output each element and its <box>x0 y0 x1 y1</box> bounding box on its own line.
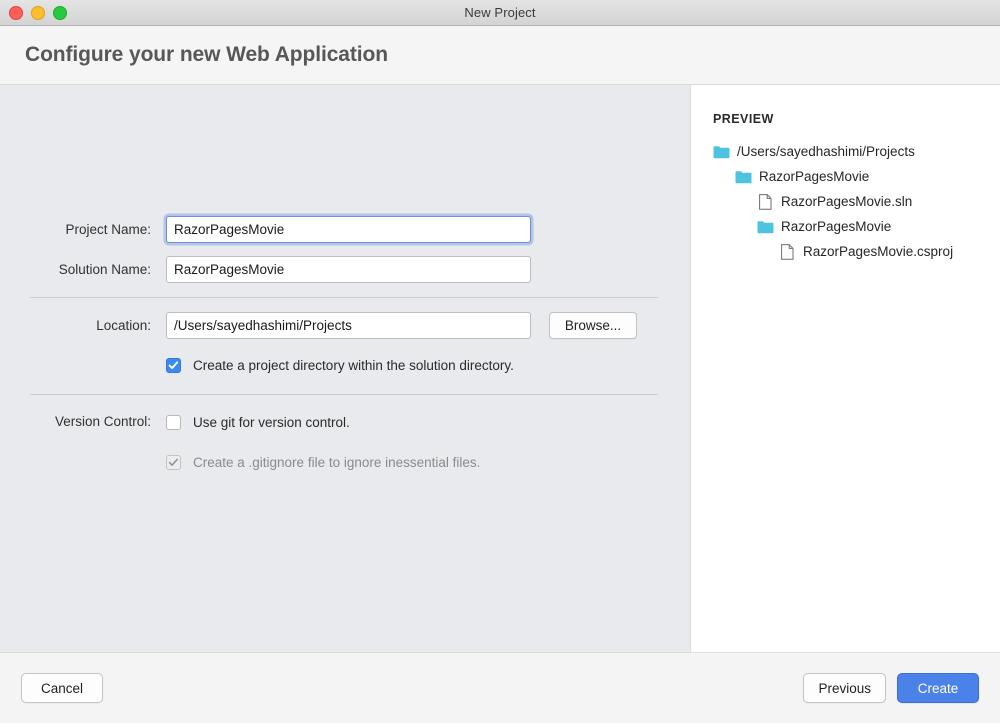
solution-name-input[interactable] <box>166 256 531 283</box>
tree-item-label: RazorPagesMovie <box>759 169 869 184</box>
version-control-label: Version Control: <box>0 407 166 437</box>
tree-item-csproj-file[interactable]: RazorPagesMovie.csproj <box>713 239 1000 264</box>
create-project-directory-checkbox[interactable]: Create a project directory within the so… <box>166 358 514 373</box>
checkbox-checked-disabled-icon <box>166 455 181 470</box>
solution-name-row: Solution Name: <box>0 254 690 285</box>
solution-name-label: Solution Name: <box>0 262 166 277</box>
gitignore-spacer <box>0 447 166 477</box>
create-project-directory-row: Create a project directory within the so… <box>0 350 690 380</box>
project-name-input[interactable] <box>166 216 531 243</box>
window-controls <box>9 0 67 25</box>
use-git-row: Version Control: Use git for version con… <box>0 407 690 437</box>
gitignore-checkbox: Create a .gitignore file to ignore iness… <box>166 455 480 470</box>
tree-item-inner-folder[interactable]: RazorPagesMovie <box>713 214 1000 239</box>
dialog-body: Project Name: Solution Name: Location: B… <box>0 85 1000 652</box>
create-project-directory-spacer <box>0 350 166 380</box>
create-project-directory-label: Create a project directory within the so… <box>193 358 514 373</box>
location-row: Location: Browse... <box>0 310 690 341</box>
tree-item-label: RazorPagesMovie.csproj <box>803 244 953 259</box>
new-project-dialog: New Project Configure your new Web Appli… <box>0 0 1000 723</box>
tree-item-sln-file[interactable]: RazorPagesMovie.sln <box>713 189 1000 214</box>
use-git-checkbox[interactable]: Use git for version control. <box>166 415 350 430</box>
divider-two <box>30 394 658 395</box>
cancel-button[interactable]: Cancel <box>21 673 103 703</box>
folder-icon <box>757 218 774 235</box>
gitignore-label: Create a .gitignore file to ignore iness… <box>193 455 480 470</box>
folder-icon <box>735 168 752 185</box>
footer-actions: Previous Create <box>803 673 979 703</box>
dialog-header: Configure your new Web Application <box>0 26 1000 85</box>
browse-button[interactable]: Browse... <box>549 312 637 339</box>
tree-item-label: /Users/sayedhashimi/Projects <box>737 144 915 159</box>
previous-button[interactable]: Previous <box>803 673 886 703</box>
tree-item-label: RazorPagesMovie.sln <box>781 194 912 209</box>
tree-item-razorpagesmovie-folder[interactable]: RazorPagesMovie <box>713 164 1000 189</box>
minimize-button[interactable] <box>31 6 45 20</box>
location-label: Location: <box>0 318 166 333</box>
preview-title: PREVIEW <box>713 112 1000 126</box>
dialog-footer: Cancel Previous Create <box>0 652 1000 723</box>
preview-panel: PREVIEW /Users/sayedhashimi/Projects Raz… <box>690 85 1000 652</box>
page-title: Configure your new Web Application <box>25 43 388 67</box>
project-name-row: Project Name: <box>0 214 690 245</box>
configuration-form: Project Name: Solution Name: Location: B… <box>0 85 690 652</box>
maximize-button[interactable] <box>53 6 67 20</box>
project-name-label: Project Name: <box>0 222 166 237</box>
tree-item-label: RazorPagesMovie <box>781 219 891 234</box>
checkbox-checked-icon <box>166 358 181 373</box>
window-titlebar: New Project <box>0 0 1000 26</box>
file-icon <box>757 193 774 210</box>
file-icon <box>779 243 796 260</box>
use-git-label: Use git for version control. <box>193 415 350 430</box>
location-input[interactable] <box>166 312 531 339</box>
tree-item-projects-folder[interactable]: /Users/sayedhashimi/Projects <box>713 139 1000 164</box>
folder-icon <box>713 143 730 160</box>
checkbox-empty-icon <box>166 415 181 430</box>
window-title: New Project <box>0 5 1000 20</box>
gitignore-row: Create a .gitignore file to ignore iness… <box>0 447 690 477</box>
close-button[interactable] <box>9 6 23 20</box>
create-button[interactable]: Create <box>897 673 979 703</box>
form-rows: Project Name: Solution Name: Location: B… <box>0 214 690 477</box>
divider-one <box>30 297 658 298</box>
